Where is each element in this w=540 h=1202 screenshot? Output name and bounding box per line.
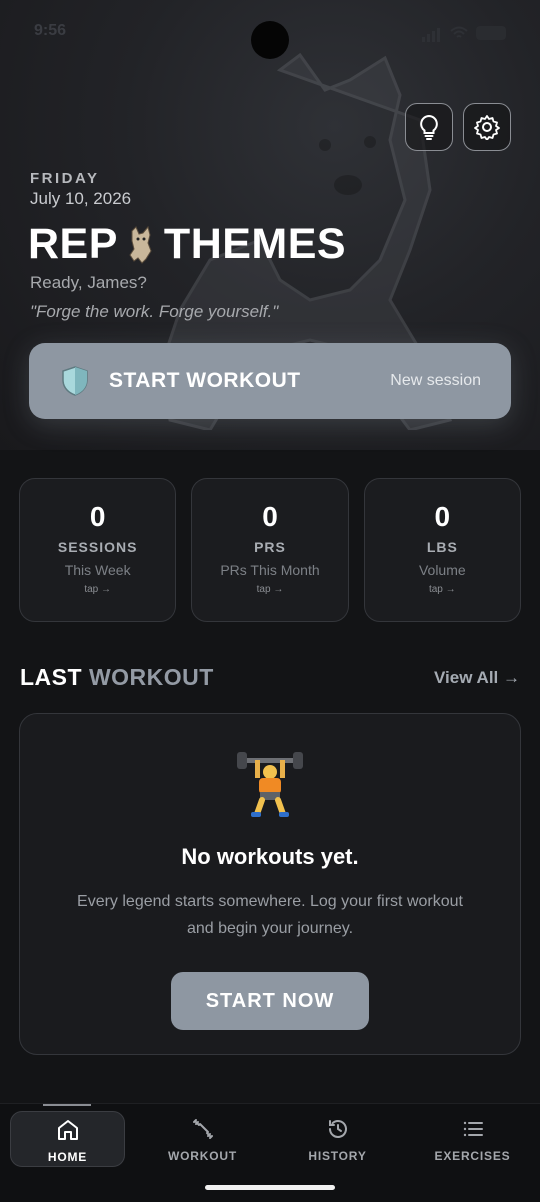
stat-tap-hint: tap → (428, 584, 456, 595)
settings-button[interactable] (463, 103, 511, 151)
nav-item-exercises[interactable]: EXERCISES (415, 1111, 530, 1167)
dog-logo-icon (129, 225, 152, 264)
status-icons (422, 24, 506, 42)
empty-workout-card: No workouts yet. Every legend starts som… (19, 713, 521, 1055)
nav-item-workout[interactable]: WORKOUT (145, 1111, 260, 1167)
stat-card-sessions[interactable]: 0 SESSIONS This Week tap → (19, 478, 177, 622)
stat-card-prs[interactable]: 0 PRS PRs This Month tap → (191, 478, 349, 622)
stat-label: LBS (426, 539, 458, 555)
lightbulb-icon (420, 114, 438, 140)
section-title: LAST WORKOUT (20, 664, 214, 691)
nav-label: HISTORY (308, 1149, 367, 1163)
stat-label: SESSIONS (57, 539, 138, 555)
section-title-second: WORKOUT (88, 664, 214, 690)
stat-value: 0 (262, 501, 278, 532)
gear-icon (474, 115, 500, 140)
start-workout-button[interactable]: START WORKOUT New session (29, 343, 511, 419)
motivational-quote: "Forge the work. Forge yourself." (30, 302, 279, 321)
stat-subtitle: Volume (418, 562, 466, 578)
battery-icon (476, 26, 506, 40)
view-all-link[interactable]: View All → (434, 668, 520, 688)
stat-value: 0 (434, 501, 451, 532)
start-workout-subtitle: New session (390, 372, 481, 389)
empty-state-text: Every legend starts somewhere. Log your … (77, 893, 463, 937)
nav-item-home[interactable]: HOME (10, 1111, 125, 1167)
dumbbell-icon (192, 1119, 213, 1139)
list-icon (463, 1121, 483, 1137)
brand-text-left: REP (28, 220, 118, 268)
nav-label: HOME (47, 1150, 88, 1164)
home-icon (57, 1120, 78, 1140)
brand-text-right: THEMES (163, 220, 347, 268)
empty-state-title: No workouts yet. (181, 844, 359, 869)
weightlifter-icon (20, 750, 520, 820)
stat-subtitle: PRs This Month (220, 562, 320, 578)
status-time: 9:56 (34, 22, 67, 39)
stat-tap-hint: tap → (84, 584, 111, 595)
stats-row: 0 SESSIONS This Week tap → 0 PRS PRs Thi… (19, 478, 521, 622)
nav-label: EXERCISES (434, 1149, 511, 1163)
tip-button[interactable] (405, 103, 453, 151)
status-bar: 9:56 (0, 0, 540, 64)
history-icon (328, 1120, 347, 1138)
stat-label: PRS (254, 539, 286, 555)
start-now-button[interactable]: START NOW (171, 972, 369, 1030)
date-label: July 10, 2026 (30, 189, 132, 208)
camera-cutout (251, 21, 289, 59)
nav-label: WORKOUT (168, 1149, 237, 1163)
signal-icon (422, 24, 442, 42)
home-indicator[interactable] (205, 1185, 335, 1190)
section-title-first: LAST (20, 664, 83, 690)
day-label: FRIDAY (30, 170, 100, 187)
stat-tap-hint: tap → (256, 584, 284, 595)
nav-item-history[interactable]: HISTORY (280, 1111, 395, 1167)
wifi-icon (450, 26, 468, 38)
stat-value: 0 (89, 501, 106, 532)
shield-icon (62, 366, 88, 396)
stat-card-volume[interactable]: 0 LBS Volume tap → (363, 478, 521, 622)
last-workout-header: LAST WORKOUT View All → (20, 664, 520, 694)
start-workout-label: START WORKOUT (109, 369, 301, 392)
brand-title: REP THEMES (28, 220, 346, 269)
stat-subtitle: This Week (64, 562, 131, 578)
greeting-text: Ready, James? (30, 273, 147, 292)
nav-active-indicator (43, 1104, 91, 1106)
